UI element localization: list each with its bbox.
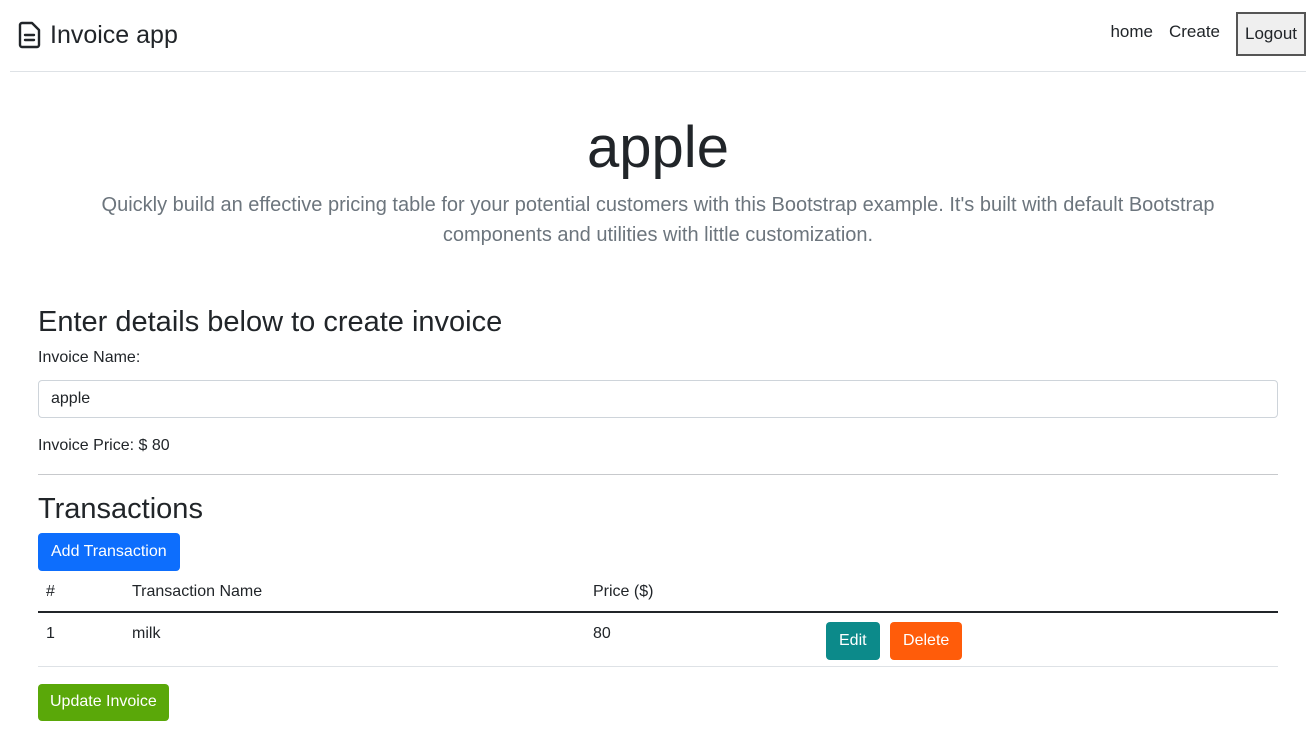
hero-section: apple Quickly build an effective pricing…	[0, 110, 1316, 250]
transactions-heading: Transactions	[38, 493, 203, 525]
row-transaction-name: milk	[124, 612, 585, 667]
row-number: 1	[38, 612, 124, 667]
column-header-actions	[818, 573, 1278, 613]
top-navbar: Invoice app home Create Logout	[10, 0, 1306, 72]
nav-links: home Create Logout	[1102, 12, 1306, 56]
update-invoice-button[interactable]: Update Invoice	[38, 683, 169, 721]
invoice-name-label: Invoice Name:	[38, 349, 141, 366]
brand-title: Invoice app	[50, 21, 178, 49]
form-heading: Enter details below to create invoice	[38, 306, 503, 338]
logout-button[interactable]: Logout	[1236, 12, 1306, 56]
section-divider	[38, 474, 1278, 475]
column-header-name: Transaction Name	[124, 573, 585, 613]
file-text-icon	[18, 21, 41, 49]
invoice-form: Enter details below to create invoice In…	[38, 302, 1278, 721]
transactions-table: # Transaction Name Price ($) 1 milk 80 E…	[38, 573, 1278, 667]
row-price: 80	[585, 612, 818, 667]
brand-link[interactable]: Invoice app	[18, 19, 178, 51]
column-header-price: Price ($)	[585, 573, 818, 613]
add-transaction-button[interactable]: Add Transaction	[38, 533, 180, 571]
row-actions: Edit Delete	[818, 612, 1278, 667]
page-lead: Quickly build an effective pricing table…	[101, 194, 1215, 246]
table-row: 1 milk 80 Edit Delete	[38, 612, 1278, 667]
table-header-row: # Transaction Name Price ($)	[38, 573, 1278, 613]
page-title: apple	[587, 115, 729, 180]
delete-button[interactable]: Delete	[890, 622, 963, 660]
nav-link-create[interactable]: Create	[1161, 12, 1228, 52]
invoice-price: Invoice Price: $ 80	[38, 437, 170, 454]
column-header-number: #	[38, 573, 124, 613]
invoice-name-input[interactable]	[38, 380, 1278, 418]
nav-link-home[interactable]: home	[1102, 12, 1161, 52]
edit-button[interactable]: Edit	[826, 622, 880, 660]
